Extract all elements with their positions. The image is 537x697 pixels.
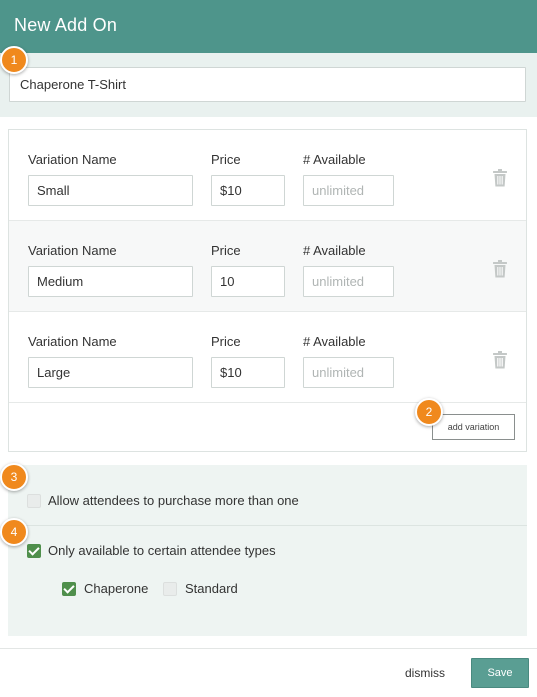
available-label: # Available xyxy=(303,243,366,258)
addon-name-input[interactable] xyxy=(9,67,526,102)
price-input[interactable] xyxy=(211,175,285,206)
price-label: Price xyxy=(211,243,241,258)
dismiss-link[interactable]: dismiss xyxy=(405,666,445,680)
modal-title: New Add On xyxy=(14,15,118,35)
standard-label: Standard xyxy=(185,581,238,596)
callout-badge-3: 3 xyxy=(0,463,28,491)
save-button[interactable]: Save xyxy=(471,658,529,688)
multi-purchase-checkbox[interactable] xyxy=(27,494,41,508)
variation-name-input[interactable] xyxy=(28,357,193,388)
variation-row: Variation Name Price # Available xyxy=(9,130,526,221)
trash-icon[interactable] xyxy=(492,260,508,278)
chaperone-label: Chaperone xyxy=(84,581,149,596)
restrict-types-label: Only available to certain attendee types xyxy=(48,543,276,558)
restrict-types-checkbox[interactable] xyxy=(27,544,41,558)
footer-divider xyxy=(0,648,537,649)
multi-purchase-label: Allow attendees to purchase more than on… xyxy=(48,493,299,508)
add-variation-button[interactable]: add variation xyxy=(432,414,515,440)
trash-icon[interactable] xyxy=(492,169,508,187)
variation-name-input[interactable] xyxy=(28,266,193,297)
available-label: # Available xyxy=(303,334,366,349)
chaperone-checkbox[interactable] xyxy=(62,582,76,596)
callout-badge-4: 4 xyxy=(0,518,28,546)
price-label: Price xyxy=(211,334,241,349)
variation-row: Variation Name Price # Available xyxy=(9,312,526,403)
variation-name-label: Variation Name xyxy=(28,243,117,258)
options-divider xyxy=(8,525,527,526)
variations-panel: Variation Name Price # Available Variati… xyxy=(8,129,527,452)
available-input[interactable] xyxy=(303,357,394,388)
variation-name-input[interactable] xyxy=(28,175,193,206)
variation-name-label: Variation Name xyxy=(28,334,117,349)
variation-name-label: Variation Name xyxy=(28,152,117,167)
variation-row: Variation Name Price # Available xyxy=(9,221,526,312)
callout-badge-1: 1 xyxy=(0,46,28,74)
available-input[interactable] xyxy=(303,266,394,297)
modal-header: New Add On xyxy=(0,0,537,53)
trash-icon[interactable] xyxy=(492,351,508,369)
callout-badge-2: 2 xyxy=(415,398,443,426)
price-input[interactable] xyxy=(211,266,285,297)
available-label: # Available xyxy=(303,152,366,167)
standard-checkbox[interactable] xyxy=(163,582,177,596)
available-input[interactable] xyxy=(303,175,394,206)
price-label: Price xyxy=(211,152,241,167)
price-input[interactable] xyxy=(211,357,285,388)
